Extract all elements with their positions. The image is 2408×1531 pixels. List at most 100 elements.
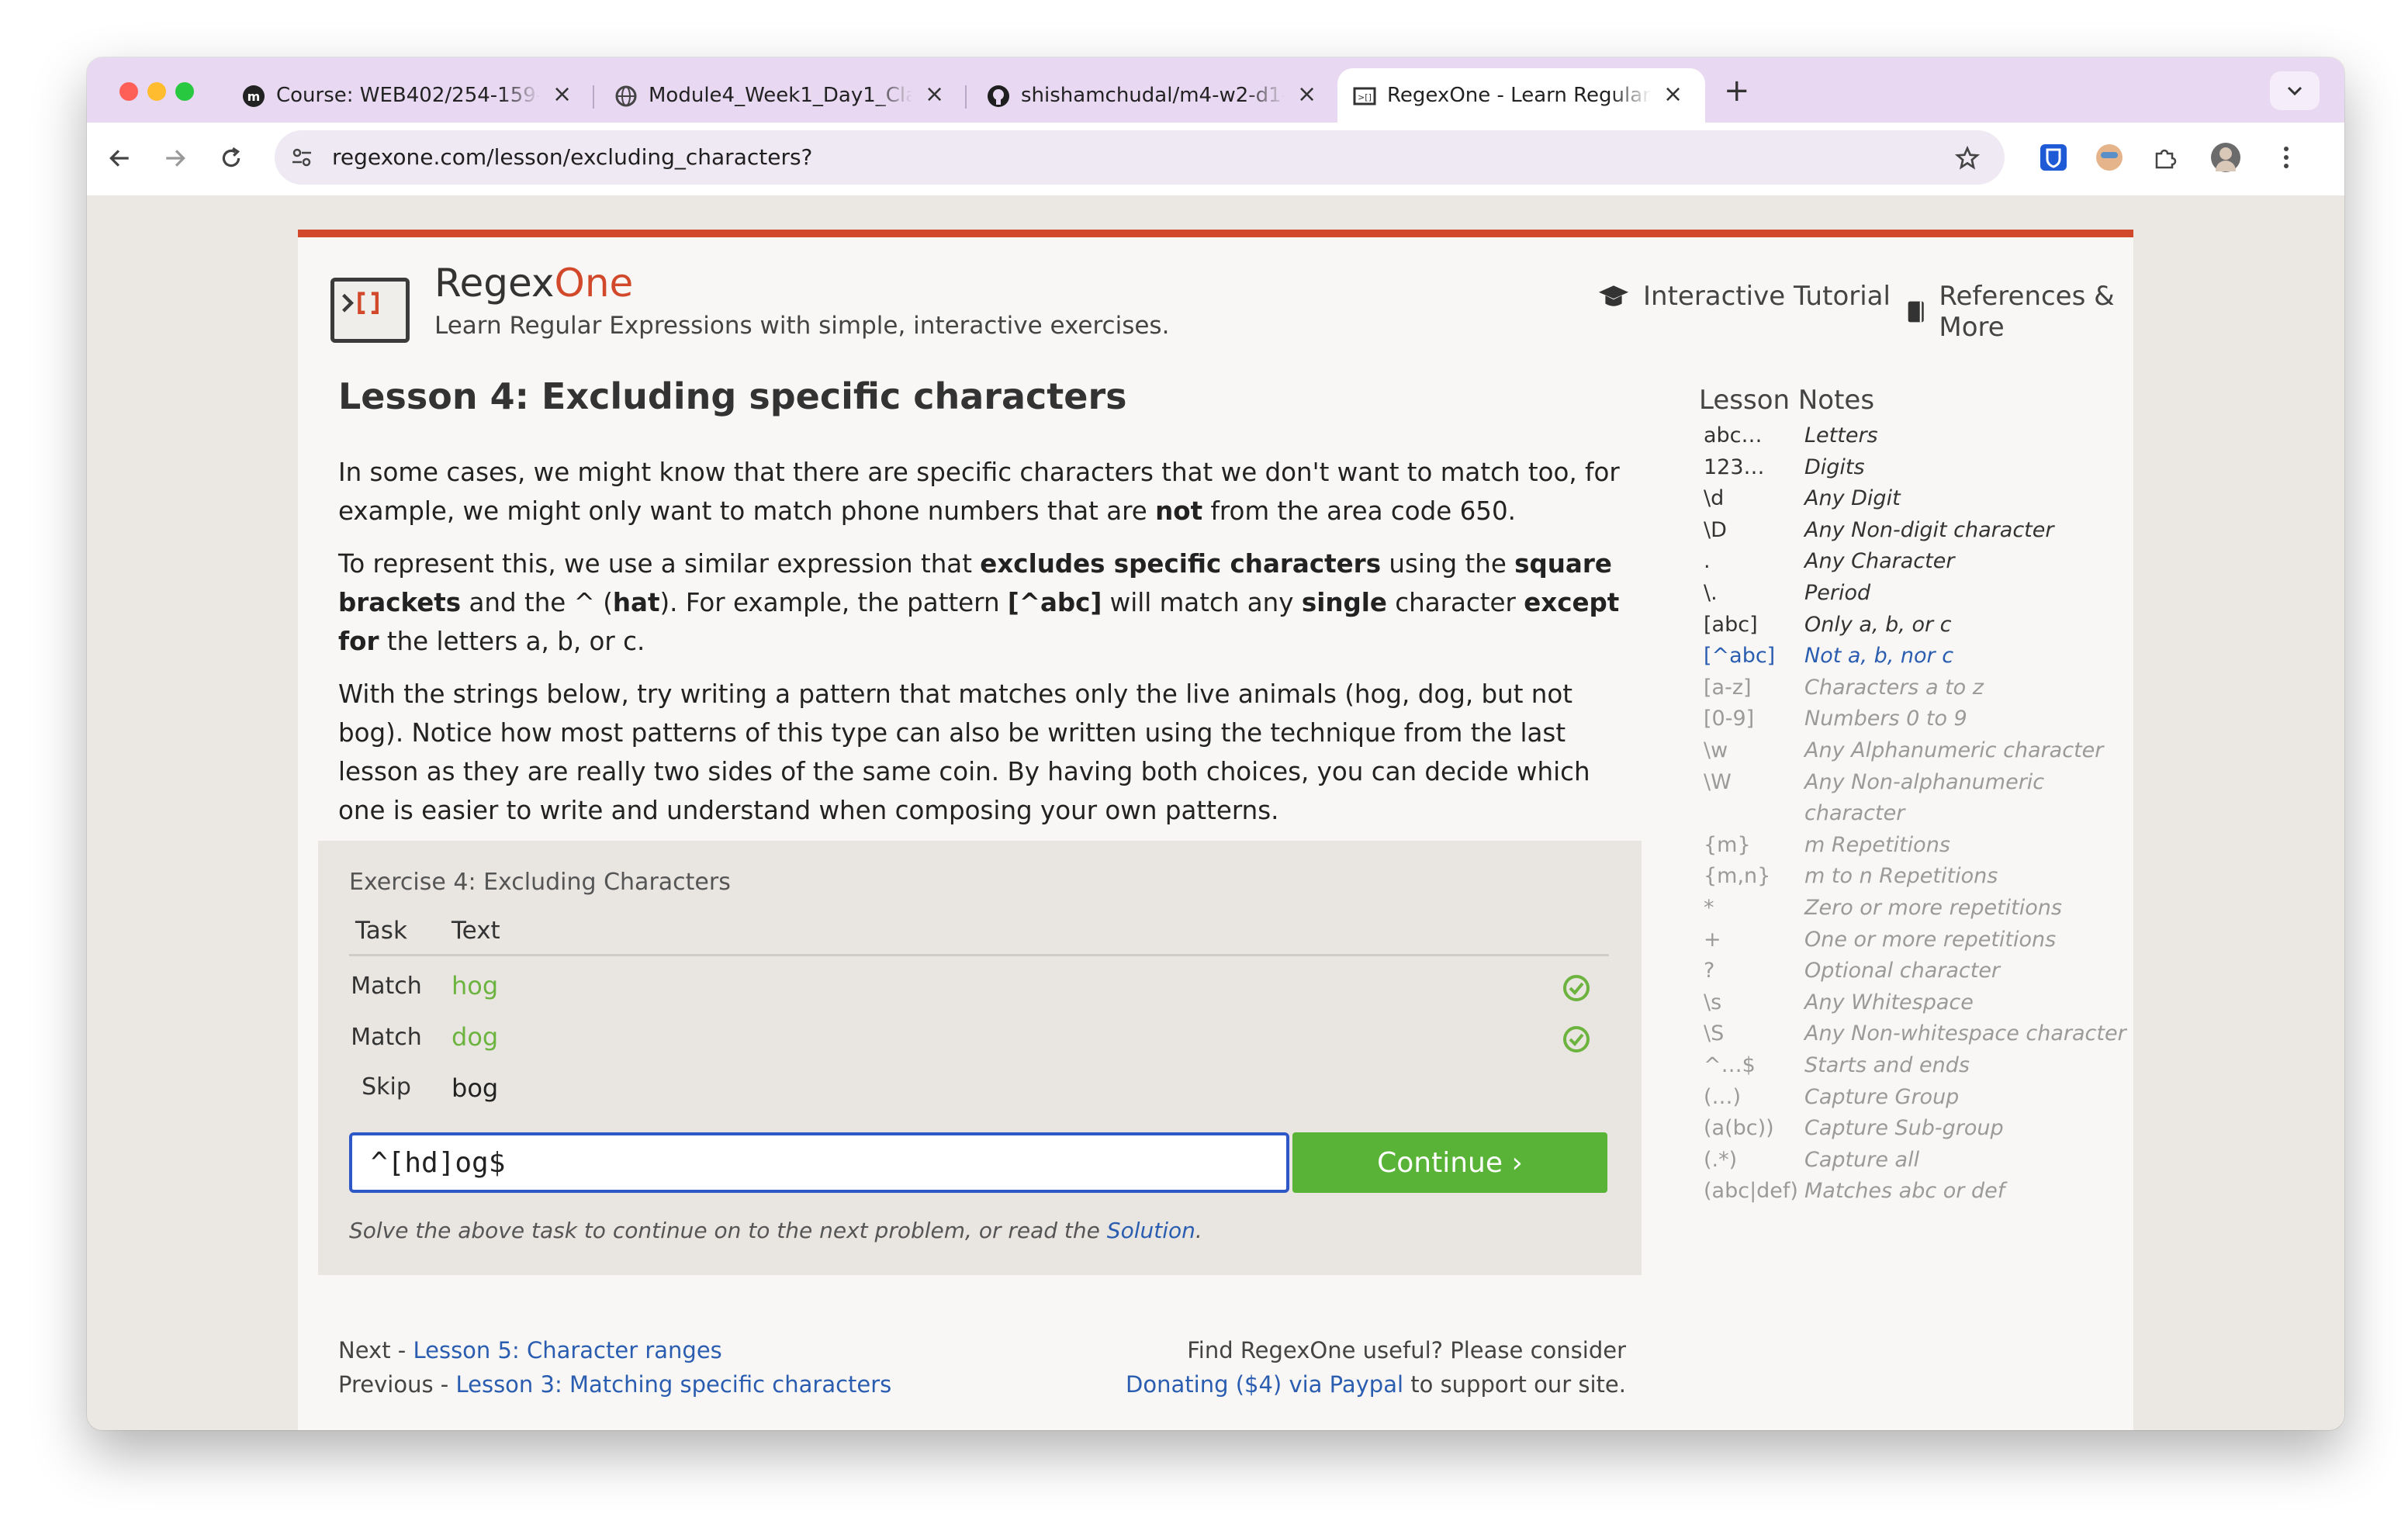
content-panel: RegexOne Learn Regular Expressions with … bbox=[298, 230, 2133, 1430]
note-code: ? bbox=[1704, 959, 1715, 983]
row-task: Skip bbox=[362, 1073, 411, 1101]
tab-close-icon[interactable]: × bbox=[1297, 81, 1316, 108]
note-description: Any Whitespace bbox=[1804, 990, 1974, 1014]
lesson-title: Lesson 4: Excluding specific characters bbox=[338, 375, 1127, 417]
note-description: Any Digit bbox=[1804, 486, 1901, 511]
bookmark-star-icon[interactable] bbox=[1955, 146, 1980, 171]
close-window-button[interactable] bbox=[119, 82, 138, 101]
address-bar[interactable]: regexone.com/lesson/excluding_characters… bbox=[275, 130, 2005, 185]
more-menu-icon[interactable] bbox=[2282, 144, 2290, 171]
note-description: Zero or more repetitions bbox=[1804, 896, 2062, 920]
maximize-window-button[interactable] bbox=[175, 82, 194, 101]
graduation-cap-icon bbox=[1598, 285, 1629, 306]
note-code: [0-9] bbox=[1704, 707, 1755, 731]
note-description: Not a, b, nor c bbox=[1804, 644, 1954, 669]
note-code: [abc] bbox=[1704, 612, 1758, 637]
url-host: regexone.com bbox=[332, 144, 487, 170]
note-description: Capture Sub-group bbox=[1804, 1116, 2004, 1141]
note-code: \s bbox=[1704, 990, 1722, 1014]
nav-references[interactable]: References & More bbox=[1907, 281, 2133, 343]
note-code: \. bbox=[1704, 581, 1718, 605]
note-description: Any Non-whitespace character bbox=[1804, 1021, 2126, 1046]
tab-module[interactable]: Module4_Week1_Day1_Class × bbox=[599, 68, 960, 123]
back-icon[interactable] bbox=[107, 146, 132, 171]
minimize-window-button[interactable] bbox=[147, 82, 166, 101]
site-name-one: One bbox=[554, 261, 634, 306]
tab-strip: m Course: WEB402/254-159-A × Module4_Wee… bbox=[87, 57, 2344, 123]
paragraph-text: using the bbox=[1381, 549, 1515, 579]
site-name[interactable]: RegexOne bbox=[434, 261, 633, 306]
note-description: Starts and ends bbox=[1804, 1053, 1970, 1077]
note-code: (abc|def) bbox=[1704, 1179, 1798, 1204]
hint-end: . bbox=[1195, 1218, 1202, 1243]
solution-link[interactable]: Solution bbox=[1107, 1218, 1195, 1243]
nav-interactive-tutorial[interactable]: Interactive Tutorial bbox=[1597, 281, 1891, 312]
new-tab-button[interactable]: + bbox=[1724, 73, 1750, 109]
tab-github[interactable]: shishamchudal/m4-w2-d1-ex × bbox=[971, 68, 1333, 123]
site-name-regex: Regex bbox=[434, 261, 555, 306]
bitwarden-extension-icon[interactable] bbox=[2040, 144, 2067, 171]
profile-avatar[interactable] bbox=[2211, 143, 2240, 172]
check-circle-icon bbox=[1563, 1026, 1590, 1052]
note-description: Digits bbox=[1804, 454, 1865, 479]
note-code: \d bbox=[1704, 486, 1725, 511]
note-description: Any Alphanumeric character bbox=[1804, 738, 2104, 762]
next-lesson-link[interactable]: Lesson 5: Character ranges bbox=[413, 1337, 721, 1363]
tab-separator bbox=[593, 85, 594, 109]
note-code: (…) bbox=[1704, 1084, 1742, 1109]
svg-text:>[]: >[] bbox=[1358, 92, 1372, 102]
previous-lesson: Previous - Lesson 3: Matching specific c… bbox=[338, 1371, 891, 1398]
note-description: m to n Repetitions bbox=[1804, 864, 1998, 889]
paragraph-text: ). For example, the pattern bbox=[659, 588, 1008, 617]
note-description: Capture all bbox=[1804, 1147, 1920, 1172]
forward-icon[interactable] bbox=[163, 146, 188, 171]
tab-search-button[interactable] bbox=[2270, 71, 2320, 110]
note-code: [^abc] bbox=[1704, 644, 1776, 669]
row-task: Match bbox=[351, 973, 422, 1000]
note-code: \w bbox=[1704, 738, 1728, 762]
tab-regexone[interactable]: >[] RegexOne - Learn Regular Ex × bbox=[1337, 68, 1705, 123]
note-description: Optional character bbox=[1804, 959, 2001, 983]
note-description: Any Non-digit character bbox=[1804, 517, 2054, 542]
lesson-paragraph-3: With the strings below, try writing a pa… bbox=[338, 675, 1642, 830]
note-code: ^…$ bbox=[1704, 1053, 1756, 1077]
extension-avatar-icon[interactable] bbox=[2096, 144, 2123, 171]
tab-title: Course: WEB402/254-159-A bbox=[276, 84, 540, 107]
note-description: m Repetitions bbox=[1804, 832, 1950, 857]
extensions-puzzle-icon[interactable] bbox=[2152, 144, 2178, 171]
continue-button[interactable]: Continue › bbox=[1292, 1132, 1607, 1193]
row-task: Match bbox=[351, 1024, 422, 1051]
note-code: \D bbox=[1704, 517, 1727, 542]
url-text[interactable]: regexone.com/lesson/excluding_characters… bbox=[332, 144, 812, 170]
previous-lesson-link[interactable]: Lesson 3: Matching specific characters bbox=[455, 1371, 891, 1398]
regex-answer-field[interactable] bbox=[349, 1132, 1289, 1193]
note-code: . bbox=[1704, 549, 1711, 574]
moodle-icon: m bbox=[243, 85, 265, 107]
tab-close-icon[interactable]: × bbox=[552, 81, 572, 108]
lesson-notes-title: Lesson Notes bbox=[1699, 385, 1875, 416]
site-settings-icon[interactable] bbox=[290, 146, 313, 169]
tab-close-icon[interactable]: × bbox=[1663, 81, 1683, 108]
tab-close-icon[interactable]: × bbox=[925, 81, 944, 108]
lesson-paragraph-2: To represent this, we use a similar expr… bbox=[338, 544, 1642, 661]
note-description: character bbox=[1804, 801, 1905, 826]
reload-icon[interactable] bbox=[219, 146, 244, 171]
regexone-favicon-icon: >[] bbox=[1353, 87, 1376, 105]
note-code: * bbox=[1704, 896, 1714, 920]
regexone-logo[interactable] bbox=[330, 278, 410, 343]
header-divider bbox=[349, 954, 1609, 956]
note-description: Numbers 0 to 9 bbox=[1804, 707, 1967, 731]
paragraph-text: the letters a, b, or c. bbox=[379, 627, 645, 656]
note-code: + bbox=[1704, 927, 1721, 952]
note-description: Matches abc or def bbox=[1804, 1179, 2005, 1204]
hint-text: Solve the above task to continue on to t… bbox=[349, 1218, 1107, 1243]
check-circle-icon bbox=[1563, 975, 1590, 1001]
paragraph-text: To represent this, we use a similar expr… bbox=[338, 549, 981, 579]
browser-toolbar: regexone.com/lesson/excluding_characters… bbox=[87, 123, 2344, 195]
donate-link[interactable]: Donating ($4) via Paypal bbox=[1126, 1371, 1403, 1398]
note-code: {m} bbox=[1704, 832, 1751, 857]
row-text: dog bbox=[452, 1022, 499, 1052]
tab-course[interactable]: m Course: WEB402/254-159-A × bbox=[227, 68, 588, 123]
donate-prompt: Find RegexOne useful? Please consider bbox=[1187, 1337, 1626, 1363]
regex-answer-input[interactable] bbox=[352, 1135, 1286, 1190]
